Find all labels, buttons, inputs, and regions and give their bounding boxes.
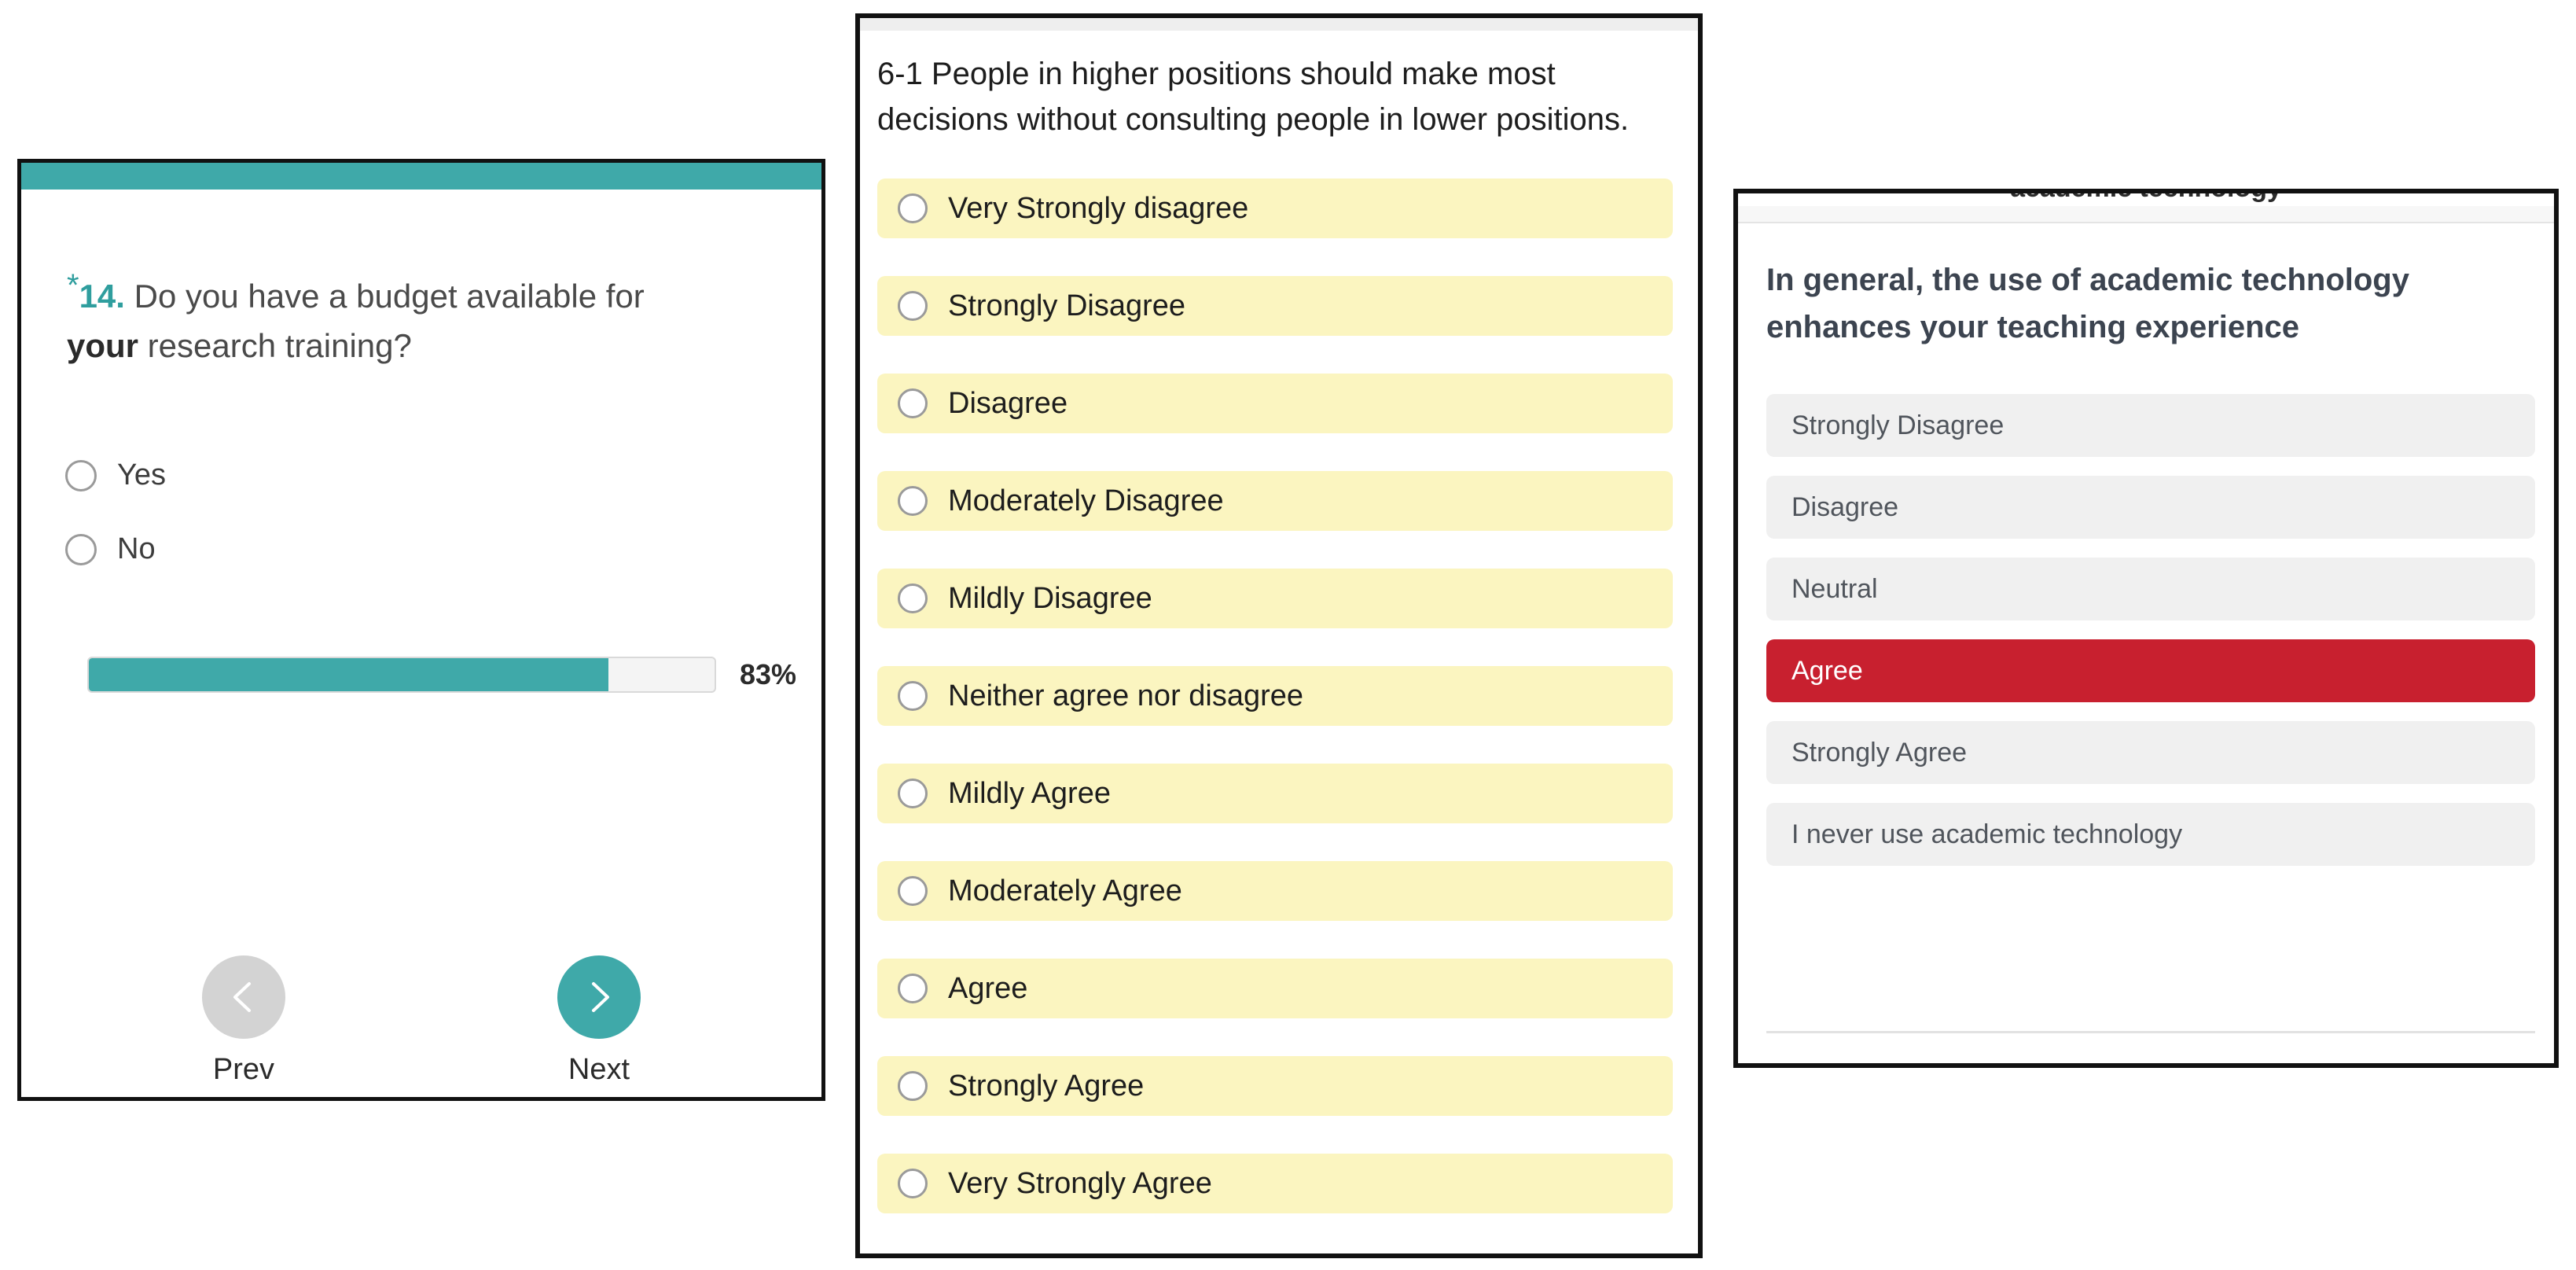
radio-option-label: Yes [117,458,166,491]
radio-option-strongly-agree[interactable]: Strongly Agree [877,1056,1673,1116]
radio-circle-icon[interactable] [65,459,97,491]
radio-option-label: Mildly Disagree [948,581,1152,615]
option-i-never-use-academic-technology[interactable]: I never use academic technology [1766,803,2535,866]
card-header-bar [21,163,821,190]
prev-button-circle[interactable] [202,955,285,1039]
radio-option-very-strongly-agree[interactable]: Very Strongly Agree [877,1154,1673,1213]
radio-circle-icon[interactable] [898,583,928,613]
radio-option-strongly-disagree[interactable]: Strongly Disagree [877,276,1673,336]
option-neutral[interactable]: Neutral [1766,558,2535,620]
radio-option-very-strongly-disagree[interactable]: Very Strongly disagree [877,179,1673,238]
progress-percent-label: 83% [740,658,797,690]
bottom-divider [1766,1031,2535,1033]
progress-track [87,657,716,693]
radio-option-label: Very Strongly disagree [948,191,1249,225]
radio-option-mildly-agree[interactable]: Mildly Agree [877,764,1673,823]
required-asterisk-icon: * [67,268,79,303]
radio-option-label: Agree [948,971,1028,1005]
options-list: Very Strongly disagree Strongly Disagree… [877,179,1673,1251]
radio-option-label: Very Strongly Agree [948,1166,1212,1200]
survey-card-left: *14. Do you have a budget available for … [17,159,825,1101]
question-text: In general, the use of academic technolo… [1766,263,2409,344]
radio-option-moderately-agree[interactable]: Moderately Agree [877,861,1673,921]
radio-option-label: Moderately Agree [948,874,1182,907]
survey-card-right: academic technology In general, the use … [1733,189,2559,1068]
radio-circle-icon[interactable] [898,291,928,321]
question-body-start: Do you have a budget available for [124,278,645,315]
next-button-circle[interactable] [557,955,641,1039]
prev-button-label: Prev [212,1053,275,1086]
radio-option-label: Strongly Disagree [948,289,1186,322]
question-body-end: research training? [138,327,412,364]
question-text: 6-1 People in higher positions should ma… [877,57,1630,137]
radio-option-label: Neither agree nor disagree [948,679,1304,712]
radio-option-label: Disagree [948,386,1068,420]
radio-circle-icon[interactable] [898,1071,928,1101]
radio-circle-icon[interactable] [898,1169,928,1198]
radio-option-yes[interactable]: Yes [65,458,166,492]
radio-option-label: Mildly Agree [948,776,1111,810]
radio-option-agree[interactable]: Agree [877,959,1673,1018]
radio-circle-icon[interactable] [898,779,928,808]
question-text: *14. Do you have a budget available for … [67,268,711,370]
radio-circle-icon[interactable] [898,388,928,418]
radio-circle-icon[interactable] [65,533,97,565]
chevron-left-icon [233,982,251,1012]
progress-bar: 83% [87,657,796,693]
option-strongly-disagree[interactable]: Strongly Disagree [1766,394,2535,457]
question-number: 14. [79,278,125,315]
option-disagree[interactable]: Disagree [1766,476,2535,539]
survey-card-middle: 6-1 People in higher positions should ma… [855,13,1703,1258]
radio-option-neither-agree-nor-disagree[interactable]: Neither agree nor disagree [877,666,1673,726]
radio-circle-icon[interactable] [898,486,928,516]
next-button[interactable]: Next [557,955,641,1087]
radio-circle-icon[interactable] [898,681,928,711]
card-top-strip [860,18,1698,31]
prev-button[interactable]: Prev [202,955,285,1087]
question-emphasis: your [67,327,139,364]
radio-option-no[interactable]: No [65,532,156,566]
radio-option-moderately-disagree[interactable]: Moderately Disagree [877,471,1673,531]
option-agree[interactable]: Agree [1766,639,2535,702]
radio-option-mildly-disagree[interactable]: Mildly Disagree [877,569,1673,628]
options-list: Strongly Disagree Disagree Neutral Agree… [1766,394,2535,885]
radio-option-label: No [117,532,156,565]
chevron-right-icon [592,982,609,1012]
card-top-strip [1738,206,2554,223]
radio-circle-icon[interactable] [898,974,928,1003]
progress-fill [89,658,608,691]
radio-option-disagree[interactable]: Disagree [877,374,1673,433]
next-button-label: Next [568,1053,630,1086]
radio-option-label: Moderately Disagree [948,484,1224,517]
radio-circle-icon[interactable] [898,193,928,223]
radio-option-label: Strongly Agree [948,1069,1145,1103]
option-strongly-agree[interactable]: Strongly Agree [1766,721,2535,784]
radio-circle-icon[interactable] [898,876,928,906]
clipped-header-text: academic technology [1738,193,2554,204]
